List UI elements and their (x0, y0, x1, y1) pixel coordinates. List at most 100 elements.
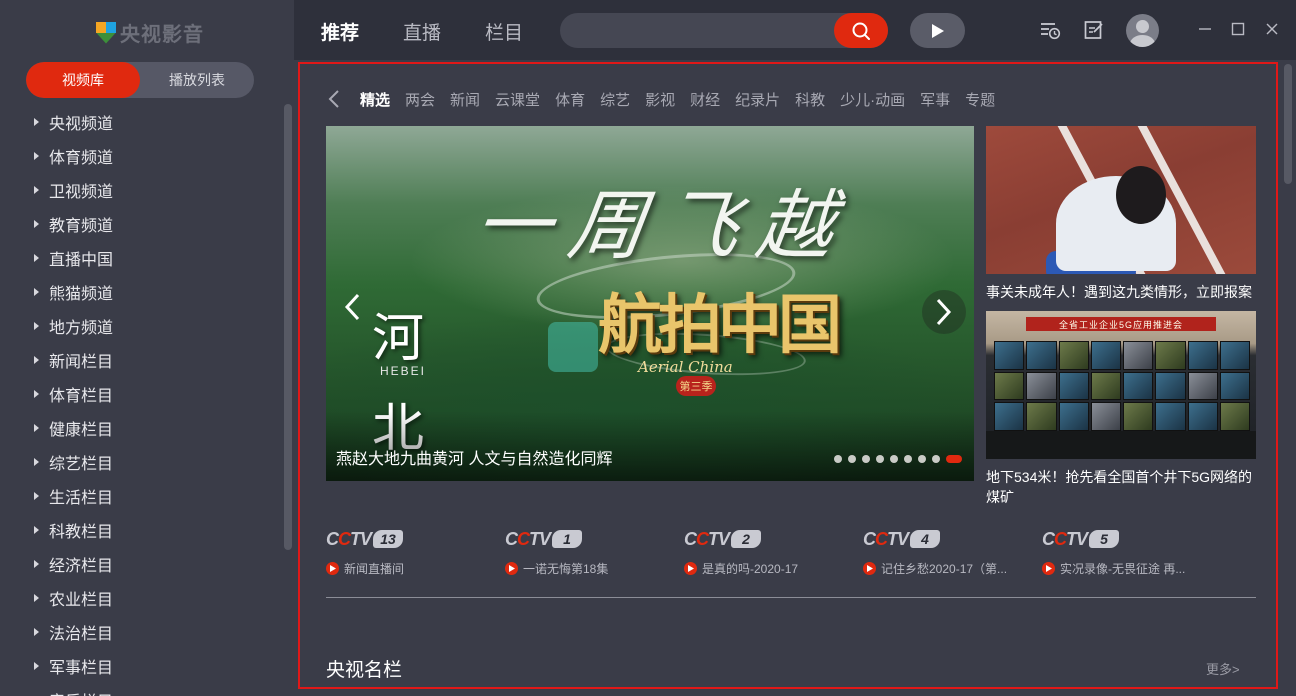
sidebar-item-label: 生活栏目 (49, 490, 114, 507)
sidebar-item-label: 熊猫频道 (49, 286, 114, 303)
sidebar-item-label: 经济栏目 (49, 558, 114, 575)
category-tab[interactable]: 科教 (795, 89, 825, 110)
category-tab[interactable]: 两会 (405, 89, 435, 110)
play-icon (684, 562, 697, 575)
caret-right-icon (34, 662, 39, 670)
search-button[interactable] (834, 13, 888, 48)
sidebar-item[interactable]: 健康栏目 (30, 411, 280, 445)
carousel-dot[interactable] (932, 455, 940, 463)
hero-caption: 燕赵大地九曲黄河 人文与自然造化同辉 (336, 451, 613, 468)
category-tab[interactable]: 财经 (690, 89, 720, 110)
channel-card[interactable]: CCTV 2 是真的吗-2020-17 (684, 528, 863, 577)
sidebar-item[interactable]: 体育栏目 (30, 377, 280, 411)
sidebar-item-label: 健康栏目 (49, 422, 114, 439)
side-news-card[interactable]: 事关未成年人！遇到这九类情形，立即报案 (986, 126, 1256, 302)
carousel-dot[interactable] (904, 455, 912, 463)
category-back-button[interactable] (328, 88, 346, 110)
cctv-logo: CCTV 4 (863, 528, 1042, 550)
sidebar-item[interactable]: 生活栏目 (30, 479, 280, 513)
search-input[interactable] (574, 13, 824, 48)
carousel-dot[interactable] (848, 455, 856, 463)
edit-button[interactable] (1082, 18, 1106, 42)
cctv-wordmark-icon: CCTV (684, 528, 730, 549)
maximize-button[interactable] (1229, 20, 1247, 38)
close-button[interactable] (1263, 20, 1281, 38)
sidebar-item[interactable]: 地方频道 (30, 309, 280, 343)
news-thumbnail (986, 126, 1256, 274)
caret-right-icon (34, 458, 39, 466)
carousel-dot[interactable] (834, 455, 842, 463)
segment-playlist[interactable]: 播放列表 (140, 62, 254, 98)
category-tab[interactable]: 影视 (645, 89, 675, 110)
maximize-icon (1231, 22, 1245, 36)
sidebar-item-label: 音乐栏目 (49, 688, 113, 696)
sidebar-item[interactable]: 新闻栏目 (30, 343, 280, 377)
caret-right-icon (34, 492, 39, 500)
sidebar-item-label: 军事栏目 (49, 660, 114, 677)
hero-prev-button[interactable] (334, 286, 370, 328)
hero-show-logo: 航拍中国 (598, 288, 842, 363)
caret-right-icon (34, 220, 39, 228)
caret-right-icon (34, 594, 39, 602)
sidebar-item[interactable]: 教育频道 (30, 207, 280, 241)
category-tab[interactable]: 新闻 (450, 89, 480, 110)
category-tab[interactable]: 云课堂 (495, 89, 540, 110)
hero-hebei-label: HEBEI (380, 364, 427, 378)
cctv-wordmark-icon: CCTV (1042, 528, 1088, 549)
sidebar-item[interactable]: 综艺栏目 (30, 445, 280, 479)
category-tab[interactable]: 纪录片 (735, 89, 780, 110)
carousel-dot[interactable] (946, 455, 962, 463)
category-tab[interactable]: 专题 (965, 89, 995, 110)
category-tab[interactable]: 综艺 (600, 89, 630, 110)
sidebar-scrollbar[interactable] (284, 104, 292, 550)
content-scrollbar[interactable] (1284, 64, 1292, 184)
sidebar-item[interactable]: 体育频道 (30, 139, 280, 173)
avatar[interactable] (1126, 14, 1159, 47)
side-news-card[interactable]: 全省工业企业5G应用推进会 地下534米！抢先看全国首个井下5G网络的煤矿 (986, 311, 1256, 507)
history-button[interactable] (1038, 18, 1062, 42)
channel-program: 新闻直播间 (344, 562, 405, 576)
play-icon (1042, 562, 1055, 575)
play-button[interactable] (910, 13, 965, 48)
sidebar-item[interactable]: 经济栏目 (30, 547, 280, 581)
channel-program: 是真的吗-2020-17 (702, 562, 799, 576)
sidebar-item[interactable]: 音乐栏目 (30, 683, 280, 696)
category-tab[interactable]: 军事 (920, 89, 950, 110)
carousel-dot[interactable] (876, 455, 884, 463)
hero-next-button[interactable] (922, 290, 966, 334)
more-link[interactable]: 更多> (1206, 659, 1240, 678)
category-tab[interactable]: 少儿·动画 (840, 89, 905, 110)
tab-recommended[interactable]: 推荐 (321, 18, 359, 45)
sidebar-item[interactable]: 卫视频道 (30, 173, 280, 207)
tab-live[interactable]: 直播 (403, 18, 441, 45)
carousel-dot[interactable] (890, 455, 898, 463)
channel-card[interactable]: CCTV 5 实况录像-无畏征途 再... (1042, 528, 1221, 577)
carousel-dot[interactable] (862, 455, 870, 463)
channel-card[interactable]: CCTV 4 记住乡愁2020-17（第... (863, 528, 1042, 577)
channel-card[interactable]: CCTV 1 一诺无悔第18集 (505, 528, 684, 577)
minimize-button[interactable] (1196, 20, 1214, 38)
caret-right-icon (34, 186, 39, 194)
sidebar-item[interactable]: 直播中国 (30, 241, 280, 275)
hero-title-art: 一周飞越 (468, 181, 858, 270)
close-icon (1266, 23, 1278, 35)
sidebar-item[interactable]: 熊猫频道 (30, 275, 280, 309)
sidebar-item[interactable]: 法治栏目 (30, 615, 280, 649)
category-tab[interactable]: 体育 (555, 89, 585, 110)
caret-right-icon (34, 152, 39, 160)
carousel-dot[interactable] (918, 455, 926, 463)
news-thumbnail: 全省工业企业5G应用推进会 (986, 311, 1256, 459)
sidebar-item[interactable]: 农业栏目 (30, 581, 280, 615)
channel-program: 实况录像-无畏征途 再... (1060, 562, 1186, 576)
search-box (560, 13, 888, 48)
tab-columns[interactable]: 栏目 (485, 18, 523, 45)
sidebar-item[interactable]: 军事栏目 (30, 649, 280, 683)
channel-card[interactable]: CCTV 13 新闻直播间 (326, 528, 505, 577)
hero-carousel[interactable]: 一周飞越 河北 HEBEI 航拍中国 Aerial China 第三季 燕赵大地… (326, 126, 974, 481)
sidebar-item[interactable]: 科教栏目 (30, 513, 280, 547)
minimize-icon (1199, 28, 1211, 30)
sidebar-item[interactable]: 央视频道 (30, 105, 280, 139)
segment-video-library[interactable]: 视频库 (26, 62, 140, 98)
category-tab[interactable]: 精选 (360, 89, 390, 110)
sidebar-item-label: 法治栏目 (49, 626, 114, 643)
